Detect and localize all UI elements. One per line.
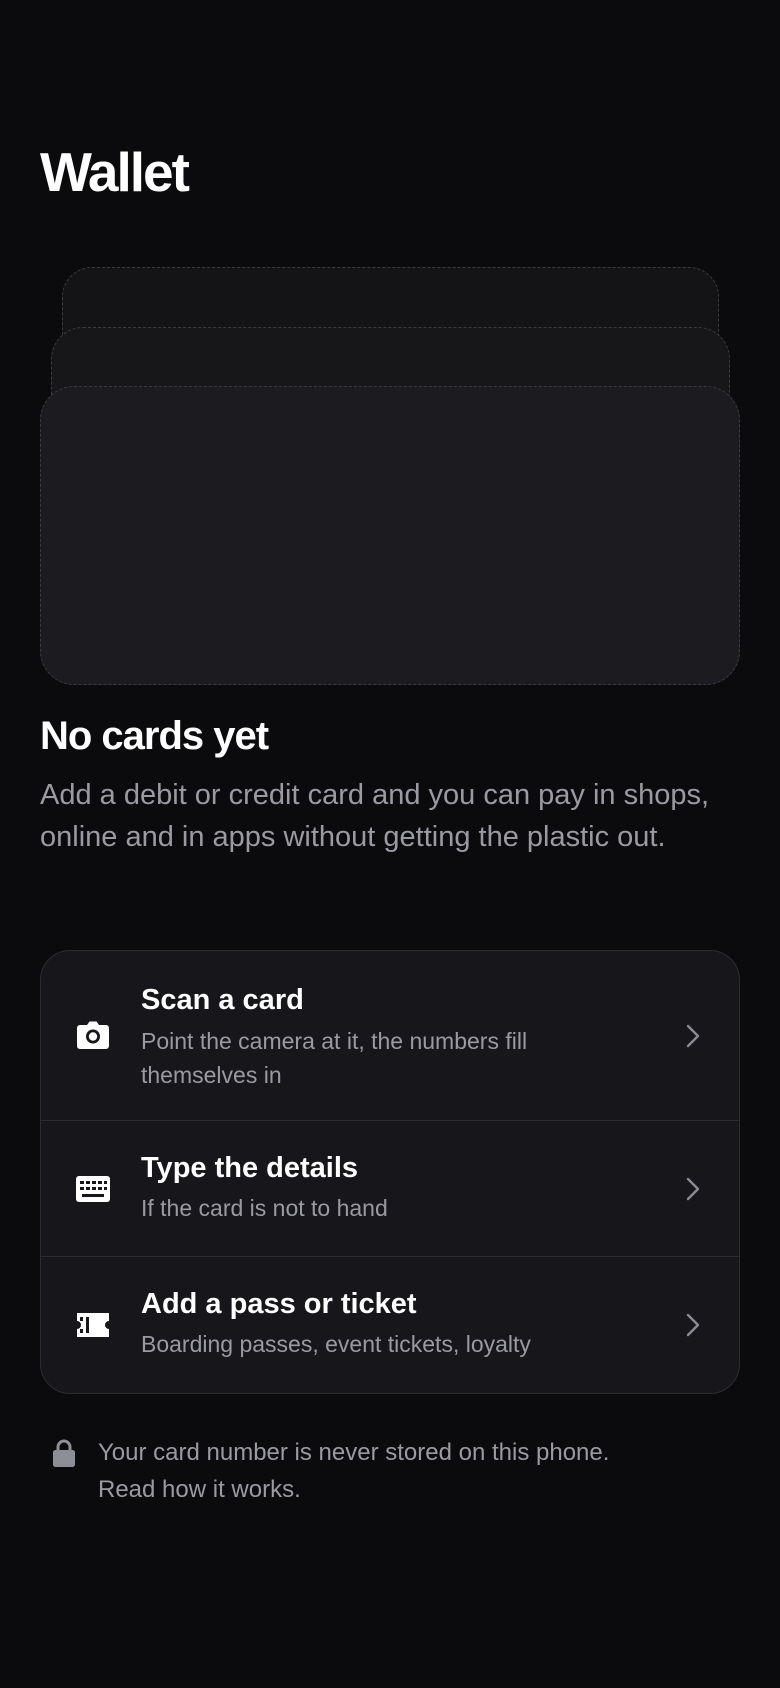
lock-icon: [53, 1439, 75, 1467]
chevron-right-icon: [686, 1313, 700, 1337]
option-title: Scan a card: [141, 984, 304, 1016]
card-placeholder-stack: [0, 0, 780, 700]
privacy-note-text: Your card number is never stored on this…: [98, 1439, 610, 1466]
keyboard-icon: [76, 1176, 110, 1202]
type-details-option[interactable]: Type the details If the card is not to h…: [41, 1121, 739, 1257]
option-title: Type the details: [141, 1152, 359, 1184]
add-pass-option[interactable]: Add a pass or ticket Boarding passes, ev…: [41, 1257, 739, 1393]
option-subtitle: Boarding passes, event tickets, loyalty: [141, 1331, 531, 1357]
chevron-right-icon: [686, 1024, 700, 1048]
option-title: Add a pass or ticket: [141, 1288, 417, 1320]
option-subtitle: If the card is not to hand: [141, 1195, 388, 1221]
empty-state-title: No cards yet: [40, 714, 269, 758]
ticket-icon: [77, 1313, 109, 1337]
scan-card-option[interactable]: Scan a card Point the camera at it, the …: [41, 951, 739, 1121]
empty-state-description: Add a debit or credit card and you can p…: [40, 779, 710, 853]
privacy-note: Your card number is never stored on this…: [98, 1434, 738, 1508]
placeholder-card-front: [40, 386, 740, 685]
option-subtitle: Point the camera at it, the numbers fill…: [141, 1028, 528, 1088]
read-how-it-works-link[interactable]: Read how it works.: [98, 1476, 301, 1503]
chevron-right-icon: [686, 1177, 700, 1201]
camera-icon: [77, 1021, 109, 1049]
add-card-options: Scan a card Point the camera at it, the …: [40, 950, 740, 1394]
